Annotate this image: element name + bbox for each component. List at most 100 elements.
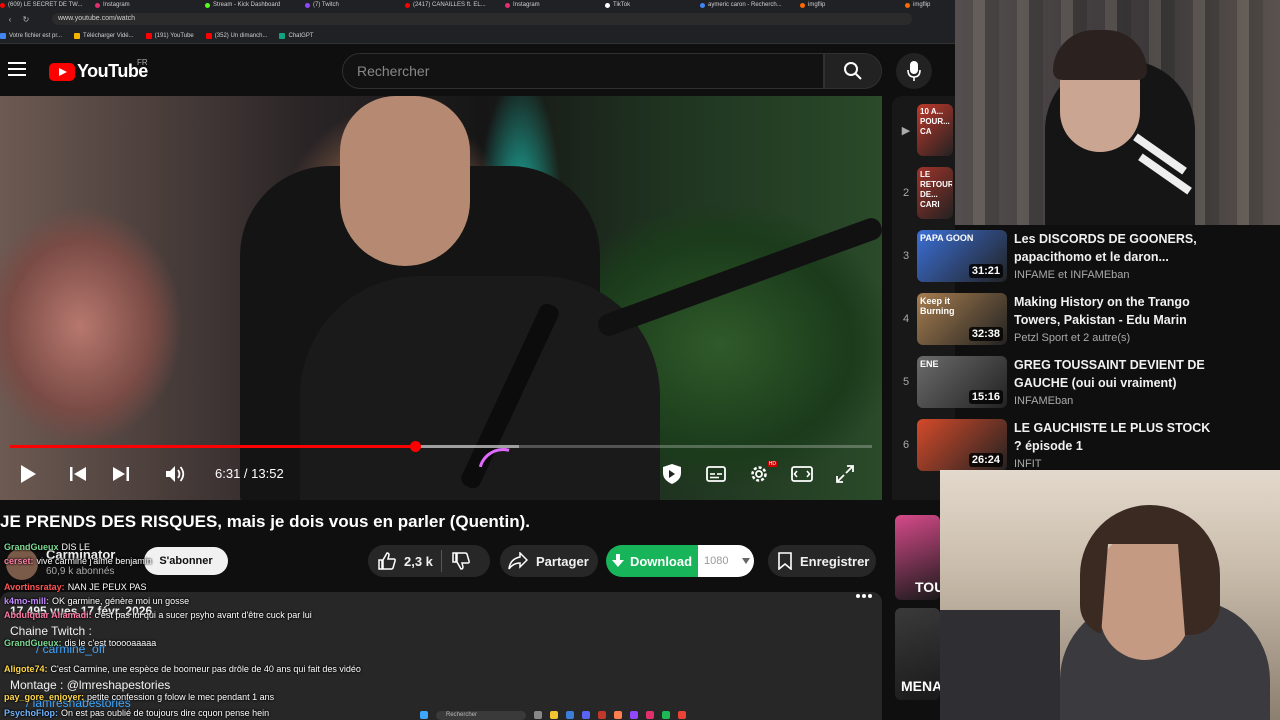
url-field[interactable]: www.youtube.com/watch [52, 13, 912, 25]
description-box[interactable]: 17 495 vues 17 févr. 2026 Chaine Twitch … [0, 592, 882, 720]
playlist-item[interactable]: 4 Keep it Burning 32:38 Making History on t… [895, 293, 1215, 349]
subscribe-button[interactable]: S'abonner [144, 547, 228, 575]
app-icon[interactable] [598, 711, 606, 719]
tab-label: imgflip [913, 1, 931, 8]
playlist-thumbnail[interactable]: PAPA GOON 31:21 [917, 230, 1007, 282]
recommended-thumb-2[interactable]: MENA [895, 608, 940, 700]
browser-tab[interactable]: aymeric caron - Recherch... [700, 0, 782, 10]
browser-tab[interactable]: imgflip [905, 0, 930, 10]
previous-button[interactable] [62, 456, 94, 492]
browser-tab[interactable]: (609) LE SECRET DE TW... [0, 0, 82, 10]
playlist-item[interactable]: 3 PAPA GOON 31:21 Les DISCORDS DE GOONERS, … [895, 230, 1215, 286]
settings-button[interactable]: HD [743, 456, 777, 492]
playlist-item-title[interactable]: Les DISCORDS DE GOONERS, papacithomo et … [1014, 230, 1214, 266]
browser-tab[interactable]: (7) Twitch [305, 0, 339, 10]
discord-icon[interactable] [582, 711, 590, 719]
bookmark-item[interactable]: (191) YouTube [145, 32, 194, 39]
playlist-item-channel: Petzl Sport et 2 autre(s) [1014, 332, 1131, 344]
app-icon[interactable] [614, 711, 622, 719]
browser-tab[interactable]: (2417) CANAILLES ft. EL... [405, 0, 486, 10]
playlist-item[interactable]: 6 26:24 LE GAUCHISTE LE PLUS STOCK ? épiso… [895, 419, 1215, 475]
tab-favicon-icon [305, 2, 310, 8]
video-duration: 26:24 [968, 453, 1003, 467]
volume-button[interactable] [160, 456, 192, 492]
chat-message: Avortinsratay: NAN JE PEUX PAS [4, 582, 147, 592]
app-icon[interactable] [646, 711, 654, 719]
youtube-logo[interactable]: YouTube FR [49, 58, 148, 82]
bookmark-item[interactable]: Télécharger Vidé... [74, 32, 134, 39]
video-frame-mic-arm [595, 215, 882, 339]
store-icon[interactable] [566, 711, 574, 719]
playlist-index: 4 [902, 313, 910, 325]
browser-tab[interactable]: TikTok [605, 0, 630, 10]
channel-actions-row: Carminator 60,9 k abonnés S'abonner 2,3 … [0, 540, 882, 580]
dislike-button[interactable] [452, 552, 470, 570]
search-input[interactable] [343, 54, 823, 88]
tab-label: (7) Twitch [313, 1, 339, 8]
menu-icon[interactable] [8, 62, 26, 76]
youtube-play-icon [49, 62, 75, 81]
file-explorer-icon[interactable] [550, 711, 558, 719]
download-label: Download [629, 553, 693, 569]
like-button[interactable]: 2,3 k [378, 552, 433, 570]
play-button[interactable] [12, 456, 44, 492]
browser-tab[interactable]: Instagram [95, 0, 130, 10]
channel-name[interactable]: Carminator [46, 547, 115, 562]
playlist-index: ▶ [901, 125, 911, 137]
search-button[interactable] [824, 53, 882, 89]
video-title: JE PRENDS DES RISQUES, mais je dois vous… [0, 512, 530, 531]
fullscreen-button[interactable] [829, 456, 861, 492]
playlist-item-title[interactable]: LE GAUCHISTE LE PLUS STOCK ? épisode 1 [1014, 419, 1214, 455]
save-button[interactable]: Enregistrer [768, 545, 876, 577]
video-player[interactable]: 6:31 / 13:52 HD [0, 96, 882, 500]
task-view-icon[interactable] [534, 711, 542, 719]
theater-mode-button[interactable] [786, 456, 818, 492]
sponsorblock-button[interactable] [656, 456, 688, 492]
playlist-thumbnail[interactable]: 26:24 [917, 419, 1007, 471]
reload-icon[interactable]: ↻ [20, 15, 32, 24]
browser-tab[interactable]: Instagram [505, 0, 540, 10]
windows-start-icon[interactable] [420, 711, 428, 719]
spotify-icon[interactable] [662, 711, 670, 719]
playlist-thumbnail[interactable]: LE RETOUR DE... CARI [917, 167, 953, 219]
subtitles-button[interactable] [700, 456, 732, 492]
back-icon[interactable]: ‹ [4, 15, 16, 24]
taskbar-search[interactable]: Rechercher [436, 710, 526, 720]
tab-label: TikTok [613, 1, 631, 8]
voice-search-button[interactable] [896, 53, 932, 89]
browser-tab[interactable]: imgflip [800, 0, 825, 10]
thumbnail-text: 10 A... POUR... CA [920, 107, 950, 136]
quality-select[interactable]: 1080 [698, 545, 754, 577]
twitch-icon[interactable] [630, 711, 638, 719]
playlist-item-title[interactable]: Making History on the Trango Towers, Pak… [1014, 293, 1214, 329]
player-controls: 6:31 / 13:52 HD [0, 456, 882, 492]
bookmark-label: Votre fichier est pr... [9, 32, 63, 39]
playlist-thumbnail[interactable]: ENE 15:16 [917, 356, 1007, 408]
bookmark-label: (191) YouTube [154, 32, 194, 39]
subscriber-count: 60,9 k abonnés [46, 566, 115, 577]
bookmark-item[interactable]: ChatGPT [279, 32, 314, 39]
recommended-thumb-1[interactable]: TOU [895, 515, 940, 600]
playlist-thumbnail[interactable]: 10 A... POUR... CA [917, 104, 953, 156]
description-twitch-link[interactable]: / carmine_off [36, 642, 105, 656]
playlist-item-channel: INFIT [1014, 458, 1042, 470]
download-button[interactable]: Download [606, 545, 698, 577]
browser-tab[interactable]: Stream - Kick Dashboard [205, 0, 280, 10]
share-button[interactable]: Partager [500, 545, 598, 577]
progress-bar[interactable] [10, 441, 872, 452]
description-instagram-link[interactable]: / lamreshabestories [26, 696, 131, 710]
youtube-header: YouTube FR [0, 44, 955, 96]
playlist-index: 6 [902, 439, 910, 451]
recommended-thumb-text: TOU [915, 579, 940, 595]
microphone-icon [907, 61, 921, 81]
playlist-item-title[interactable]: GREG TOUSSAINT DEVIENT DE GAUCHE (oui ou… [1014, 356, 1214, 392]
playlist-item[interactable]: 5 ENE 15:16 GREG TOUSSAINT DEVIENT DE GAUCH… [895, 356, 1215, 412]
more-actions-button[interactable] [850, 582, 878, 610]
bookmark-item[interactable]: Votre fichier est pr... [0, 32, 63, 39]
chrome-icon[interactable] [678, 711, 686, 719]
bookmark-favicon-icon [205, 32, 212, 39]
bookmark-item[interactable]: (352) Un dimanch... [205, 32, 267, 39]
next-button[interactable] [105, 456, 137, 492]
channel-avatar[interactable] [6, 548, 38, 580]
playlist-thumbnail[interactable]: Keep it Burning 32:38 [917, 293, 1007, 345]
